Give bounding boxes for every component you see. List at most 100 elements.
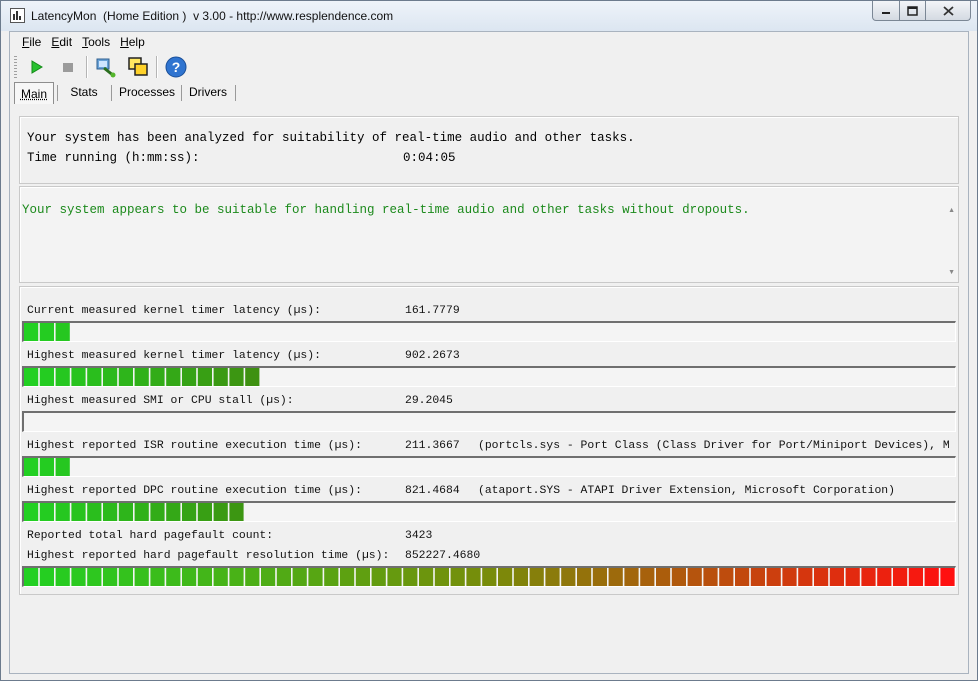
bar-segment bbox=[924, 568, 939, 586]
tab-main[interactable]: Main bbox=[14, 82, 54, 104]
pagefault-time-value: 852227.4680 bbox=[405, 550, 481, 562]
bar-segment bbox=[671, 568, 686, 586]
bar-segments bbox=[24, 568, 955, 586]
toolbar-grip[interactable] bbox=[14, 56, 17, 78]
bar-segment bbox=[39, 368, 54, 386]
tab-separator bbox=[235, 85, 236, 101]
analyze-button[interactable] bbox=[94, 55, 118, 79]
svg-text:?: ? bbox=[172, 59, 181, 75]
start-monitoring-button[interactable] bbox=[24, 55, 48, 79]
tab-separator bbox=[181, 85, 182, 101]
bar-segment bbox=[197, 568, 212, 586]
time-running-value: 0:04:05 bbox=[403, 151, 456, 165]
bar-segment bbox=[592, 568, 607, 586]
toolbar: ? bbox=[10, 52, 968, 82]
maximize-button[interactable] bbox=[900, 1, 926, 21]
scroll-up-arrow-icon[interactable]: ▲ bbox=[948, 207, 955, 214]
bar-segment bbox=[529, 568, 544, 586]
title-bar[interactable]: LatencyMon (Home Edition ) v 3.00 - http… bbox=[1, 1, 977, 31]
latency-bar bbox=[22, 411, 956, 432]
metric-label: Current measured kernel timer latency (µ… bbox=[27, 305, 321, 317]
close-icon bbox=[942, 5, 954, 16]
close-button[interactable] bbox=[926, 1, 971, 21]
minimize-icon bbox=[882, 11, 890, 14]
bar-segment bbox=[245, 368, 260, 386]
latency-bar bbox=[22, 456, 956, 477]
bar-segment bbox=[55, 458, 70, 476]
client-area: File Edit Tools Help ? Main Stats Proces… bbox=[9, 31, 969, 674]
bar-segment bbox=[703, 568, 718, 586]
bar-segment bbox=[798, 568, 813, 586]
bar-segment bbox=[782, 568, 797, 586]
scroll-down-arrow-icon[interactable]: ▼ bbox=[948, 269, 955, 276]
bar-segment bbox=[55, 368, 70, 386]
bar-segment bbox=[814, 568, 829, 586]
bar-segment bbox=[545, 568, 560, 586]
metric-label: Highest reported ISR routine execution t… bbox=[27, 440, 362, 452]
bar-segment bbox=[434, 568, 449, 586]
bar-segment bbox=[55, 568, 70, 586]
status-bar bbox=[9, 673, 967, 677]
bar-segment bbox=[197, 368, 212, 386]
pagefault-count-label: Reported total hard pagefault count: bbox=[27, 530, 274, 542]
toolbar-separator bbox=[156, 56, 158, 78]
stop-monitoring-button[interactable] bbox=[56, 55, 80, 79]
tab-stats[interactable]: Stats bbox=[60, 82, 108, 102]
bar-segment bbox=[355, 568, 370, 586]
windows-icon bbox=[128, 57, 148, 76]
bar-segment bbox=[229, 568, 244, 586]
bar-segment bbox=[577, 568, 592, 586]
metric-value: 211.3667 bbox=[405, 440, 460, 452]
bar-segment bbox=[87, 568, 102, 586]
tab-processes[interactable]: Processes bbox=[114, 82, 180, 102]
metric-label: Highest measured SMI or CPU stall (µs): bbox=[27, 395, 294, 407]
bar-segment bbox=[134, 568, 149, 586]
bar-segment bbox=[213, 568, 228, 586]
bar-segment bbox=[24, 503, 39, 521]
pagefault-count-value: 3423 bbox=[405, 530, 433, 542]
bar-segments bbox=[24, 503, 244, 521]
latency-bar bbox=[22, 366, 956, 387]
menu-file[interactable]: File bbox=[10, 35, 46, 49]
bar-segment bbox=[118, 368, 133, 386]
bar-segment bbox=[39, 568, 54, 586]
bar-segment bbox=[261, 568, 276, 586]
bar-segment bbox=[71, 568, 86, 586]
bar-segment bbox=[245, 568, 260, 586]
pagefault-bar bbox=[22, 566, 956, 587]
bar-segments bbox=[24, 368, 260, 386]
bar-segment bbox=[482, 568, 497, 586]
maximize-icon bbox=[907, 5, 918, 16]
bar-segment bbox=[55, 323, 70, 341]
bar-segment bbox=[324, 568, 339, 586]
analyze-icon bbox=[96, 58, 116, 78]
summary-text: Your system has been analyzed for suitab… bbox=[27, 131, 635, 145]
menu-edit[interactable]: Edit bbox=[46, 35, 77, 49]
bar-segment bbox=[513, 568, 528, 586]
bar-segment bbox=[276, 568, 291, 586]
bar-segment bbox=[87, 503, 102, 521]
bar-segment bbox=[877, 568, 892, 586]
tab-drivers[interactable]: Drivers bbox=[184, 82, 232, 102]
bar-segment bbox=[103, 503, 118, 521]
metric-label: Highest reported DPC routine execution t… bbox=[27, 485, 362, 497]
bar-segment bbox=[450, 568, 465, 586]
bar-segment bbox=[150, 568, 165, 586]
time-running-label: Time running (h:mm:ss): bbox=[27, 151, 200, 165]
metric-driver-info: (ataport.SYS - ATAPI Driver Extension, M… bbox=[478, 485, 895, 497]
latency-bar bbox=[22, 321, 956, 342]
bar-segment bbox=[118, 503, 133, 521]
menu-tools[interactable]: Tools bbox=[77, 35, 115, 49]
metrics-panel: Current measured kernel timer latency (µ… bbox=[19, 286, 959, 595]
bar-segment bbox=[419, 568, 434, 586]
minimize-button[interactable] bbox=[872, 1, 900, 21]
bar-segment bbox=[182, 503, 197, 521]
metric-value: 29.2045 bbox=[405, 395, 453, 407]
latency-bar bbox=[22, 501, 956, 522]
bar-segments bbox=[24, 323, 70, 341]
tab-separator bbox=[57, 85, 58, 101]
menu-help[interactable]: Help bbox=[115, 35, 150, 49]
help-button[interactable]: ? bbox=[164, 55, 188, 79]
bar-segment bbox=[213, 368, 228, 386]
windows-button[interactable] bbox=[126, 55, 150, 79]
